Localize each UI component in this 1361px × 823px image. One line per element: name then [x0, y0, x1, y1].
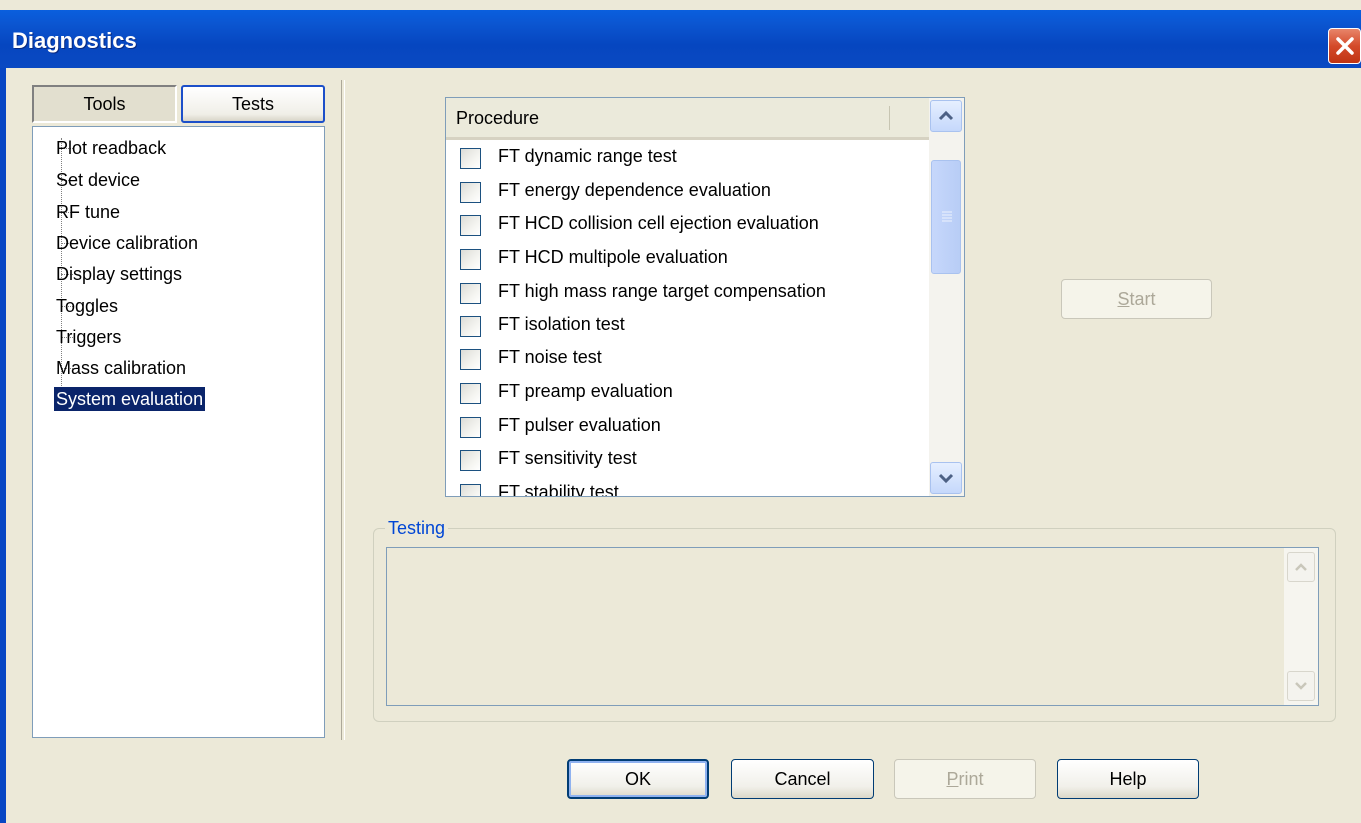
- testing-output[interactable]: [386, 547, 1319, 706]
- procedure-label: FT HCD collision cell ejection evaluatio…: [498, 213, 819, 233]
- tree-item-triggers[interactable]: Triggers: [56, 325, 121, 349]
- tree-item-display-settings[interactable]: Display settings: [56, 262, 182, 286]
- print-mnemonic: P: [946, 769, 959, 789]
- window-frame-left: [0, 68, 6, 823]
- testing-scroll-up-button[interactable]: [1287, 552, 1315, 582]
- procedure-scrollbar[interactable]: [929, 98, 964, 496]
- chevron-down-icon: [1295, 682, 1307, 690]
- column-separator[interactable]: [889, 106, 890, 130]
- procedure-checkbox[interactable]: [460, 450, 481, 471]
- procedure-checkbox[interactable]: [460, 316, 481, 337]
- start-mnemonic: S: [1117, 289, 1130, 309]
- tree-item-system-evaluation[interactable]: System evaluation: [54, 387, 206, 411]
- cancel-button[interactable]: Cancel: [731, 759, 874, 799]
- procedure-list[interactable]: Procedure FT dynamic range test FT energ…: [445, 97, 965, 497]
- help-button[interactable]: Help: [1057, 759, 1199, 799]
- procedure-label: FT HCD multipole evaluation: [498, 247, 728, 267]
- grip-icon: [942, 211, 952, 222]
- procedure-label: FT sensitivity test: [498, 448, 637, 468]
- testing-scroll-down-button[interactable]: [1287, 671, 1315, 701]
- procedure-checkbox[interactable]: [460, 349, 481, 370]
- start-button[interactable]: Start: [1061, 279, 1212, 319]
- panel-splitter[interactable]: [341, 80, 345, 740]
- tree-item-plot-readback[interactable]: Plot readback: [56, 136, 166, 160]
- procedure-checkbox[interactable]: [460, 215, 481, 236]
- tree-item-toggles[interactable]: Toggles: [56, 294, 118, 318]
- tree-item-rf-tune[interactable]: RF tune: [56, 200, 120, 224]
- scroll-down-button[interactable]: [930, 462, 962, 494]
- chevron-up-icon: [1295, 563, 1307, 571]
- procedure-label: FT stability test: [498, 482, 619, 497]
- procedure-label: FT isolation test: [498, 314, 625, 334]
- procedure-label: FT dynamic range test: [498, 146, 677, 166]
- print-button[interactable]: Print: [894, 759, 1036, 799]
- procedure-column-header[interactable]: Procedure: [446, 98, 929, 140]
- procedure-label: FT high mass range target compensation: [498, 281, 826, 301]
- tree-item-mass-calibration[interactable]: Mass calibration: [56, 356, 186, 380]
- tree-item-set-device[interactable]: Set device: [56, 168, 140, 192]
- procedure-header-label: Procedure: [456, 108, 540, 128]
- close-icon: [1336, 37, 1354, 55]
- scroll-up-button[interactable]: [930, 100, 962, 132]
- diagnostics-window: Diagnostics Tools Tests Plot readback Se…: [0, 0, 1361, 823]
- testing-scrollbar[interactable]: [1284, 548, 1318, 705]
- window-title: Diagnostics: [12, 28, 137, 53]
- tools-toggle-button[interactable]: Tools: [32, 85, 177, 123]
- chevron-down-icon: [938, 473, 954, 484]
- procedure-checkbox[interactable]: [460, 417, 481, 438]
- tests-toggle-button[interactable]: Tests: [181, 85, 325, 123]
- tree-item-device-calibration[interactable]: Device calibration: [56, 231, 198, 255]
- title-bar[interactable]: Diagnostics: [0, 10, 1361, 68]
- close-button[interactable]: [1328, 28, 1361, 64]
- procedure-checkbox[interactable]: [460, 283, 481, 304]
- chevron-up-icon: [938, 110, 954, 121]
- print-label: rint: [958, 769, 984, 789]
- scrollbar-thumb[interactable]: [931, 160, 961, 274]
- procedure-label: FT noise test: [498, 347, 602, 367]
- procedure-label: FT preamp evaluation: [498, 381, 673, 401]
- procedure-label: FT pulser evaluation: [498, 415, 661, 435]
- procedure-checkbox[interactable]: [460, 249, 481, 270]
- procedure-checkbox[interactable]: [460, 383, 481, 404]
- procedure-checkbox[interactable]: [460, 484, 481, 496]
- testing-group-label: Testing: [385, 518, 449, 539]
- procedure-checkbox[interactable]: [460, 182, 481, 203]
- start-label: tart: [1129, 289, 1156, 309]
- procedure-checkbox[interactable]: [460, 148, 481, 169]
- procedure-label: FT energy dependence evaluation: [498, 180, 771, 200]
- ok-button[interactable]: OK: [567, 759, 709, 799]
